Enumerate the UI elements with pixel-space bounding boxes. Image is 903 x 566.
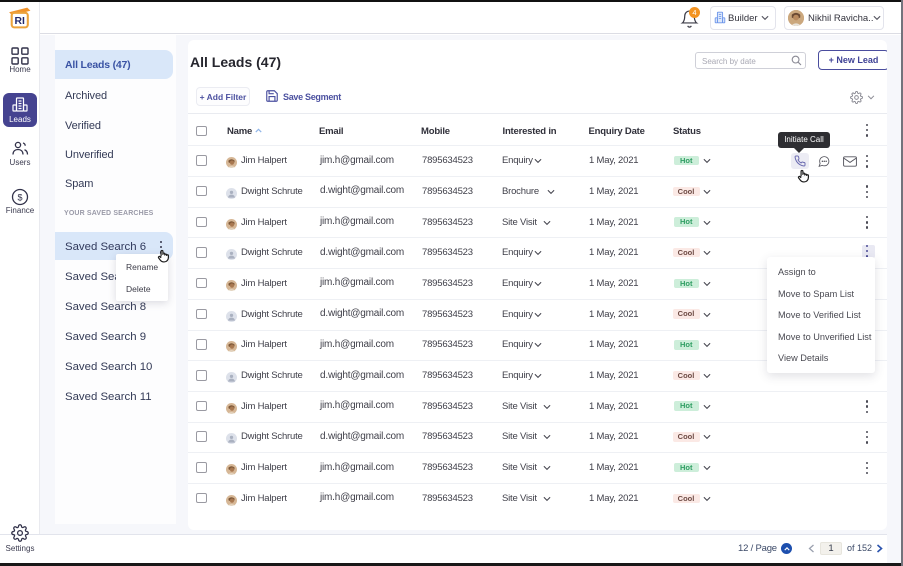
- svg-text:RI: RI: [15, 16, 25, 27]
- svg-text:$: $: [17, 193, 22, 203]
